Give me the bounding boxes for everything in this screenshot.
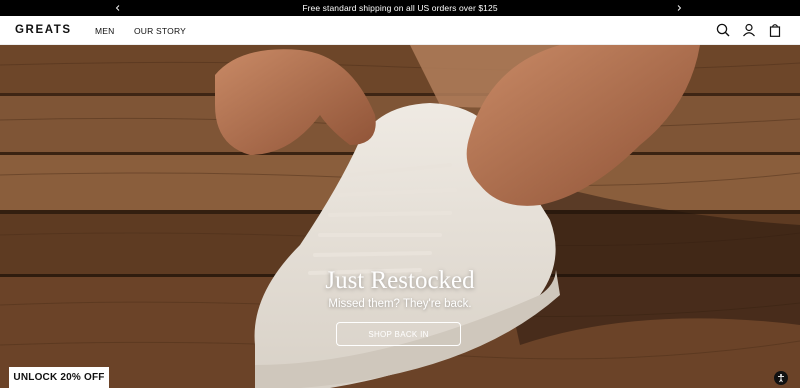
announcement-text: Free standard shipping on all US orders … [302,3,498,13]
accessibility-icon[interactable] [774,371,788,385]
search-icon[interactable] [716,23,730,37]
bag-icon[interactable] [768,23,782,37]
nav-men[interactable]: MEN [95,26,115,36]
hero-title: Just Restocked [325,267,475,294]
greats-logo[interactable]: GREATS [15,24,72,36]
announcement-bar: Free standard shipping on all US orders … [0,0,800,16]
chevron-right-icon[interactable] [671,0,687,16]
chevron-left-icon[interactable] [110,0,126,16]
hero-subtitle: Missed them? They're back. [328,298,472,310]
unlock-discount-button[interactable]: UNLOCK 20% OFF [9,367,109,388]
site-header: GREATS MEN OUR STORY [0,16,800,45]
shop-back-in-button[interactable]: SHOP BACK IN [336,322,461,346]
account-icon[interactable] [742,23,756,37]
hero-banner: Just Restocked Missed them? They're back… [0,45,800,388]
nav-our-story[interactable]: OUR STORY [134,26,186,36]
